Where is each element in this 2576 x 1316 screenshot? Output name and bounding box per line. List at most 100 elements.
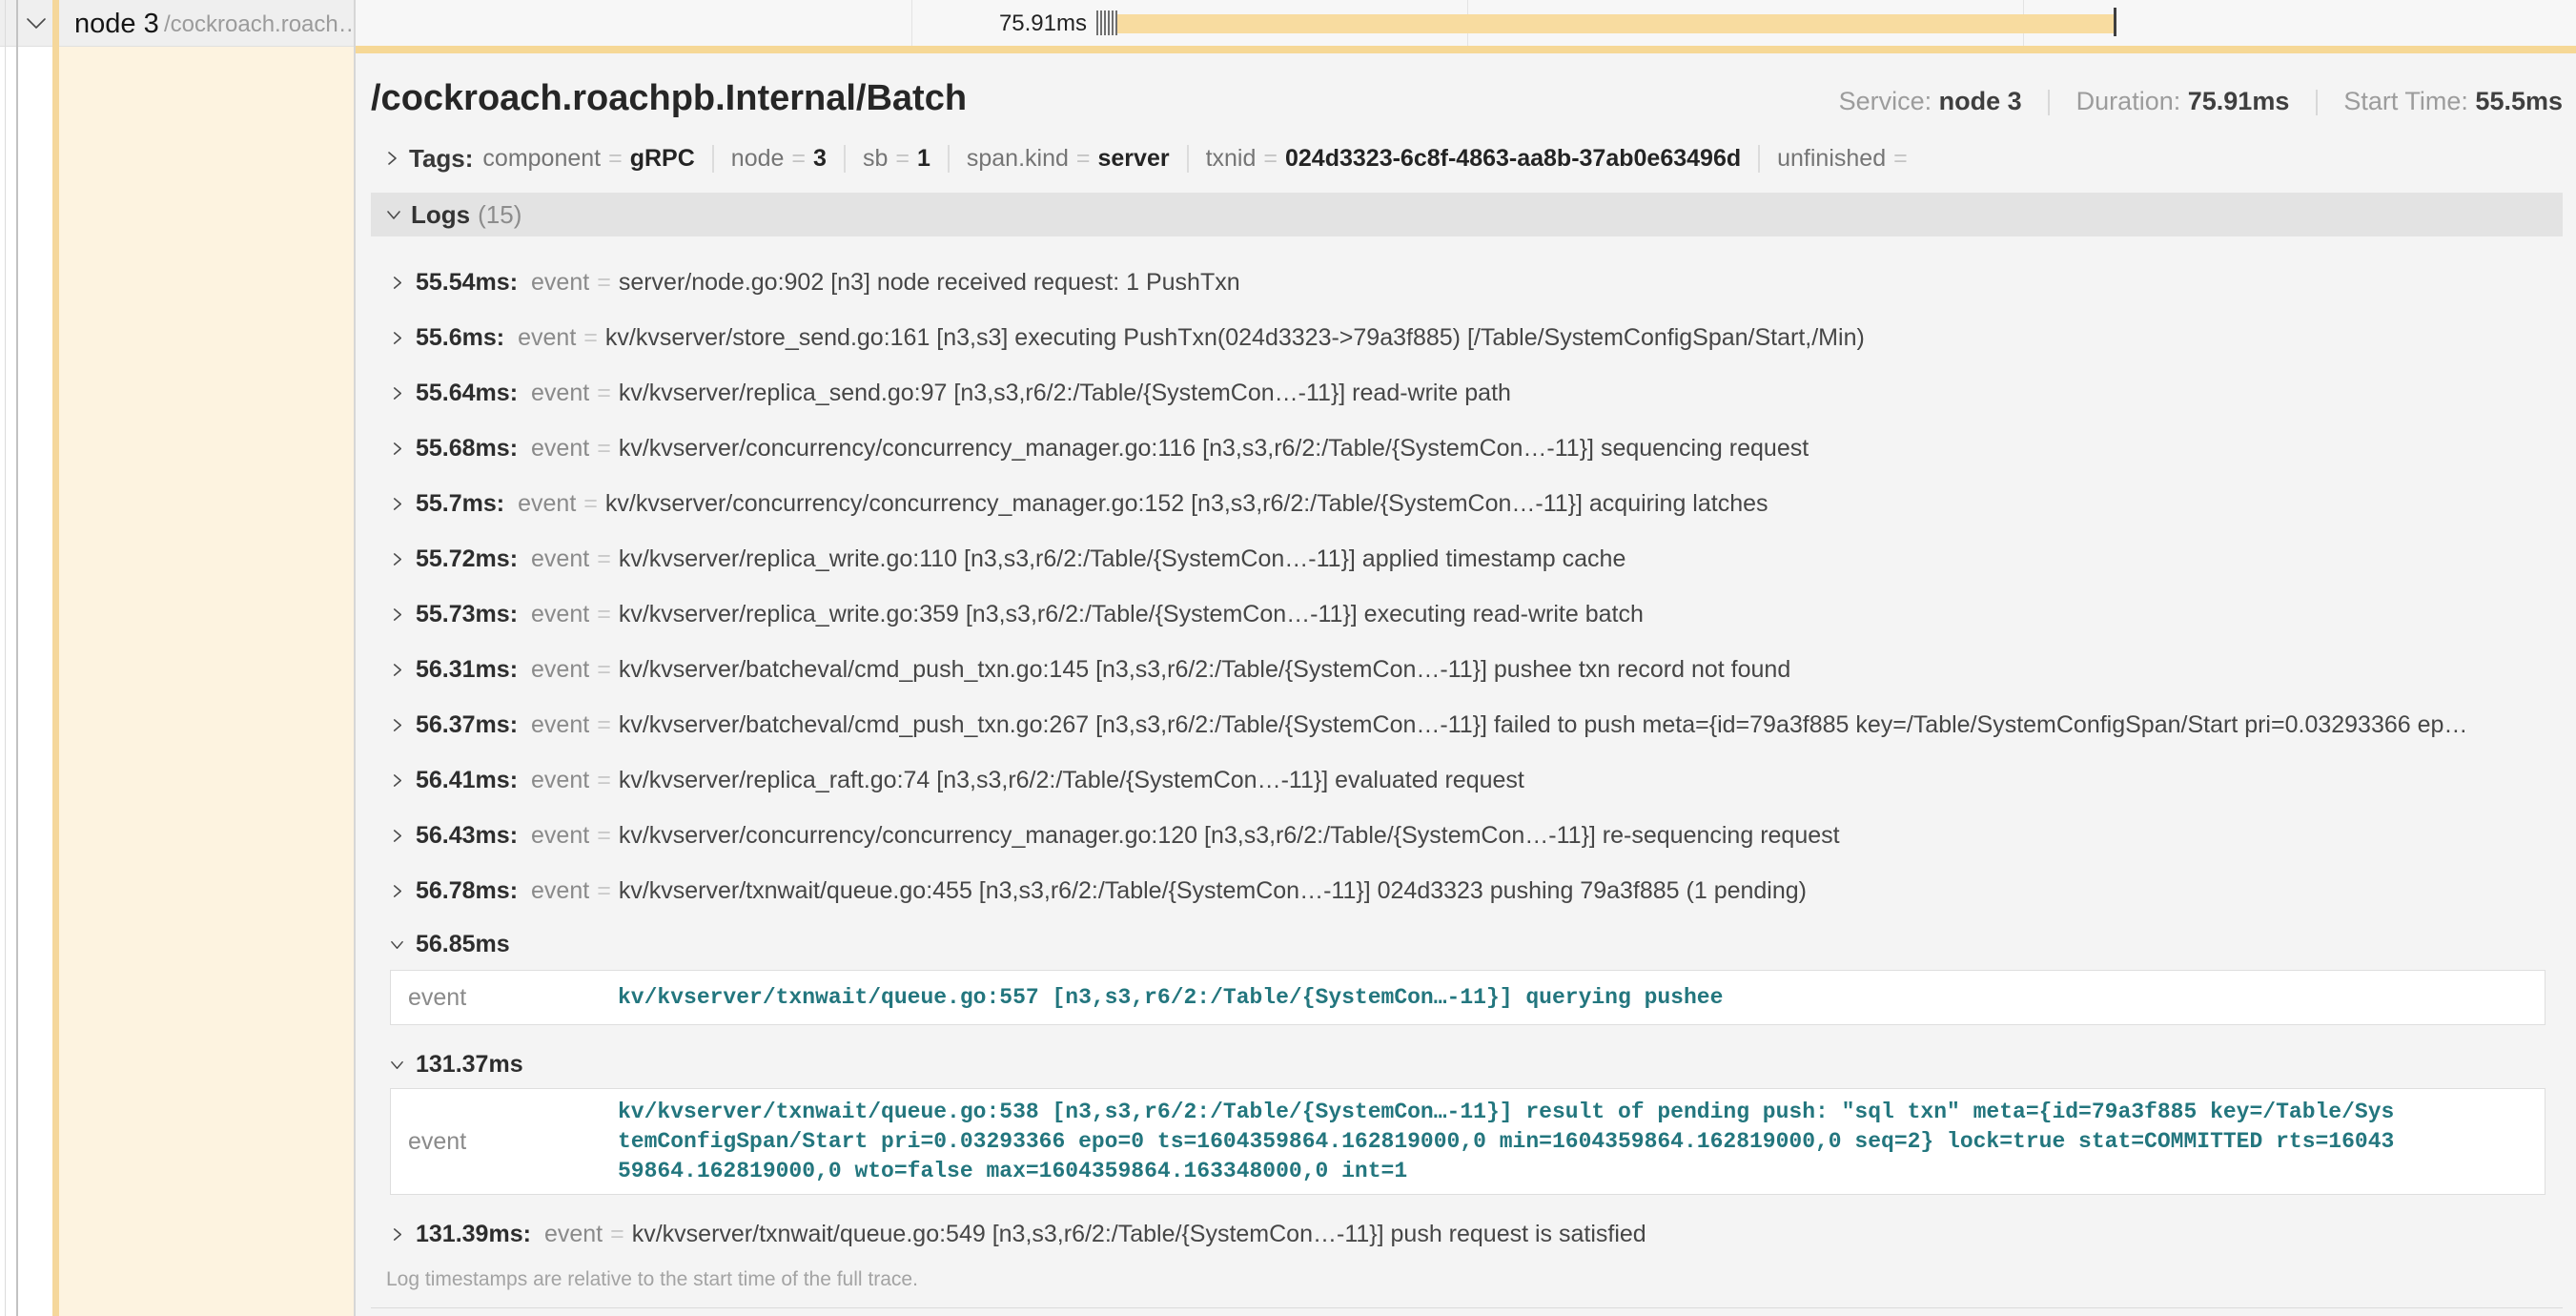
tag-value: 3: [813, 145, 827, 172]
span-detail-panel: /cockroach.roachpb.Internal/Batch Servic…: [356, 46, 2576, 1316]
tag-value: gRPC: [630, 145, 695, 172]
log-field-equals: =: [597, 711, 611, 739]
span-timeline[interactable]: 75.91ms: [355, 0, 2576, 46]
tags-chevron-right-icon[interactable]: [384, 151, 399, 166]
log-row[interactable]: 56.43ms:event=kv/kvserver/concurrency/co…: [371, 808, 2563, 863]
log-row[interactable]: 56.41ms:event=kv/kvserver/replica_raft.g…: [371, 752, 2563, 808]
log-chevron-down-icon[interactable]: [390, 937, 404, 952]
log-timestamp: 56.78ms:: [416, 877, 518, 905]
log-row[interactable]: 55.64ms:event=kv/kvserver/replica_send.g…: [371, 365, 2563, 421]
log-chevron-right-icon[interactable]: [390, 607, 404, 622]
duration-value: 75.91ms: [2188, 87, 2290, 115]
timeline-gridline: [911, 0, 912, 46]
logs-accordion-header[interactable]: Logs (15): [371, 193, 2563, 236]
span-detail-meta: Service: node 3 Duration: 75.91ms Start …: [1839, 87, 2563, 116]
service-label: Service:: [1839, 87, 1932, 115]
log-field-equals: =: [597, 435, 611, 463]
log-chevron-right-icon[interactable]: [390, 552, 404, 566]
span-detail-title: /cockroach.roachpb.Internal/Batch: [371, 76, 967, 120]
log-row[interactable]: 55.7ms:event=kv/kvserver/concurrency/con…: [371, 476, 2563, 531]
log-row-expanded-header[interactable]: 56.85ms: [371, 918, 2563, 970]
service-value: node 3: [1939, 87, 2022, 115]
log-marker-ticks: [1096, 10, 1119, 35]
span-row[interactable]: node 3 /cockroach.roach… 75.91ms: [0, 0, 2576, 47]
log-field-value: kv/kvserver/txnwait/queue.go:557 [n3,s3,…: [618, 983, 2545, 1013]
log-field-key: event: [531, 656, 589, 684]
log-field-equals: =: [610, 1221, 624, 1248]
log-field-key: event: [518, 324, 576, 352]
log-chevron-right-icon[interactable]: [390, 829, 404, 843]
log-timestamp: 55.73ms:: [416, 601, 518, 628]
tag-value: server: [1098, 145, 1170, 172]
tag-item: span.kind=server: [948, 145, 1170, 173]
log-field-value: kv/kvserver/txnwait/queue.go:455 [n3,s3,…: [619, 877, 1807, 905]
tag-equals: =: [895, 145, 910, 172]
tag-value: 1: [917, 145, 930, 172]
duration-label: Duration:: [2076, 87, 2181, 115]
log-timestamp: 55.68ms:: [416, 435, 518, 463]
tree-gutter-line: [16, 0, 18, 1316]
log-field-value: kv/kvserver/replica_send.go:97 [n3,s3,r6…: [619, 380, 1511, 407]
log-chevron-right-icon[interactable]: [390, 773, 404, 788]
log-field-equals: =: [597, 656, 611, 684]
trace-view: node 3 /cockroach.roach… 75.91ms /cockro…: [0, 0, 2576, 1316]
logs-title: Logs: [411, 200, 470, 230]
log-chevron-right-icon[interactable]: [390, 497, 404, 511]
log-chevron-right-icon[interactable]: [390, 718, 404, 732]
log-row-expanded-header[interactable]: 131.37ms: [371, 1040, 2563, 1088]
log-field-value: kv/kvserver/concurrency/concurrency_mana…: [619, 435, 1809, 463]
span-duration-bar[interactable]: [1116, 14, 2115, 33]
log-field-value: kv/kvserver/concurrency/concurrency_mana…: [619, 822, 1840, 850]
tags-label: Tags:: [409, 144, 473, 174]
log-field-value: kv/kvserver/replica_write.go:359 [n3,s3,…: [619, 601, 1644, 628]
log-row[interactable]: 55.68ms:event=kv/kvserver/concurrency/co…: [371, 421, 2563, 476]
log-field-equals: =: [583, 490, 598, 518]
log-field-key: event: [531, 269, 589, 297]
span-name-column-highlight: [59, 47, 354, 1316]
log-timestamp: 55.72ms:: [416, 545, 518, 573]
log-field-key: event: [531, 822, 589, 850]
log-row[interactable]: 55.73ms:event=kv/kvserver/replica_write.…: [371, 586, 2563, 642]
tag-equals: =: [1263, 145, 1278, 172]
tags-accordion-header[interactable]: Tags: component=gRPCnode=3sb=1span.kind=…: [371, 141, 2563, 175]
log-chevron-right-icon[interactable]: [390, 331, 404, 345]
start-time-label: Start Time:: [2343, 87, 2468, 115]
log-row[interactable]: 131.39ms:event=kv/kvserver/txnwait/queue…: [371, 1206, 2563, 1262]
log-field-key: event: [531, 380, 589, 407]
log-field-value: server/node.go:902 [n3] node received re…: [619, 269, 1240, 297]
log-chevron-right-icon[interactable]: [390, 276, 404, 290]
log-marker-end: [2114, 8, 2116, 36]
log-field-key: event: [531, 767, 589, 794]
log-chevron-right-icon[interactable]: [390, 386, 404, 401]
log-chevron-down-icon[interactable]: [390, 1058, 404, 1072]
span-duration-label: 75.91ms: [355, 10, 1087, 37]
log-chevron-right-icon[interactable]: [390, 1227, 404, 1242]
span-accent-stripe: [52, 0, 59, 1316]
tag-item: sb=1: [844, 145, 930, 173]
log-timestamp: 131.37ms: [416, 1051, 523, 1079]
log-field-value: kv/kvserver/replica_raft.go:74 [n3,s3,r6…: [619, 767, 1524, 794]
column-divider[interactable]: [354, 0, 356, 1316]
log-field-key: event: [531, 601, 589, 628]
log-timestamp: 56.37ms:: [416, 711, 518, 739]
log-row[interactable]: 55.72ms:event=kv/kvserver/replica_write.…: [371, 531, 2563, 586]
log-row[interactable]: 55.54ms:event=server/node.go:902 [n3] no…: [371, 255, 2563, 310]
log-row[interactable]: 56.31ms:event=kv/kvserver/batcheval/cmd_…: [371, 642, 2563, 697]
log-chevron-right-icon[interactable]: [390, 663, 404, 677]
tag-key: span.kind: [967, 145, 1069, 172]
tag-key: component: [482, 145, 601, 172]
log-chevron-right-icon[interactable]: [390, 442, 404, 456]
log-row[interactable]: 56.37ms:event=kv/kvserver/batcheval/cmd_…: [371, 697, 2563, 752]
collapse-chevron-down-icon[interactable]: [26, 16, 47, 35]
tag-equals: =: [791, 145, 806, 172]
log-field-key: event: [544, 1221, 603, 1248]
logs-chevron-down-icon[interactable]: [386, 207, 401, 222]
log-row[interactable]: 55.6ms:event=kv/kvserver/store_send.go:1…: [371, 310, 2563, 365]
log-rows-list: 55.54ms:event=server/node.go:902 [n3] no…: [371, 255, 2563, 1262]
log-row[interactable]: 56.78ms:event=kv/kvserver/txnwait/queue.…: [371, 863, 2563, 918]
meta-separator: [2048, 90, 2050, 115]
log-chevron-right-icon[interactable]: [390, 884, 404, 898]
span-operation-name: /cockroach.roach…: [164, 11, 361, 38]
log-field-value: kv/kvserver/store_send.go:161 [n3,s3] ex…: [605, 324, 1865, 352]
log-timestamp: 56.41ms:: [416, 767, 518, 794]
